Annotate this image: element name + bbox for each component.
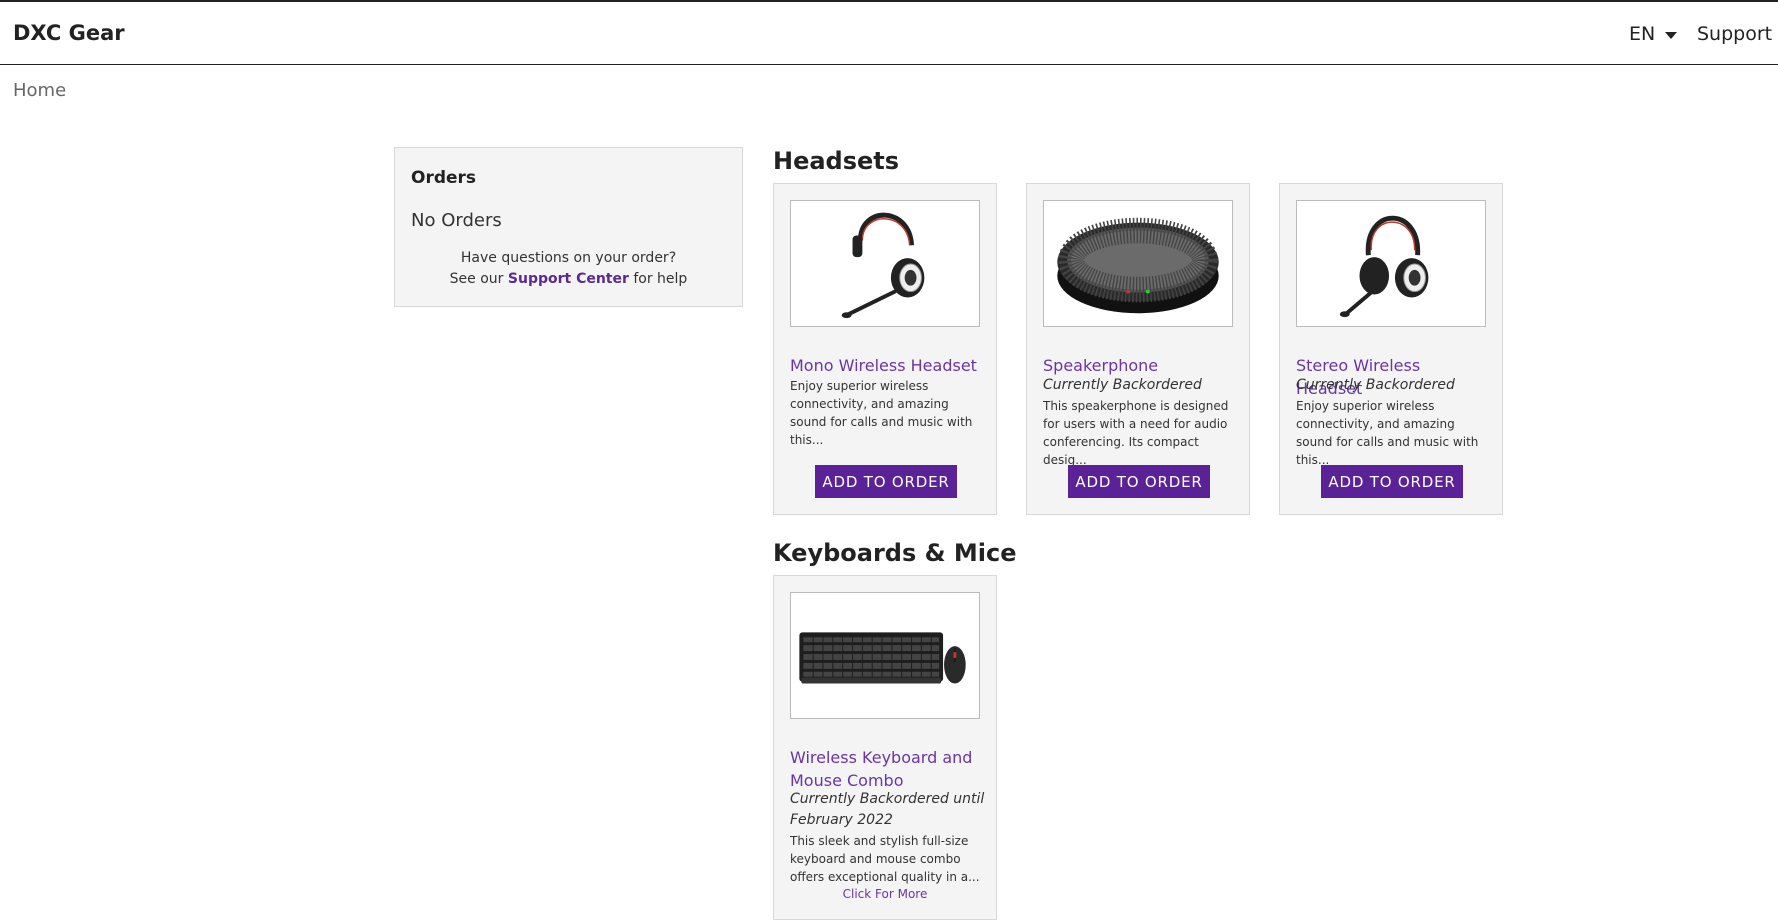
orders-help-line2: See our Support Center for help [395, 271, 742, 287]
help-suffix: for help [628, 271, 688, 287]
product-desc-mono-headset: Enjoy superior wireless connectivity, an… [790, 379, 973, 447]
product-name-mono-headset[interactable]: Mono Wireless Headset [790, 354, 985, 377]
product-image-speakerphone[interactable] [1043, 200, 1233, 327]
orders-panel: Orders No Orders Have questions on your … [394, 147, 743, 307]
product-image-mono-headset[interactable] [790, 200, 980, 327]
chevron-down-icon [1665, 31, 1678, 39]
product-status-stereo-headset: Currently Backordered [1296, 377, 1455, 393]
add-to-order-button-speakerphone[interactable]: ADD TO ORDER [1068, 465, 1210, 498]
add-to-order-button-stereo-headset[interactable]: ADD TO ORDER [1321, 465, 1463, 498]
product-name-speakerphone[interactable]: Speakerphone [1043, 354, 1238, 377]
orders-help-line1: Have questions on your order? [460, 250, 677, 266]
product-status-keyboard-mouse: Currently Backordered until February 202… [790, 791, 985, 828]
product-desc-speakerphone: This speakerphone is designed for users … [1043, 399, 1229, 467]
orders-title: Orders [411, 168, 477, 188]
stereo-headset-icon [1339, 215, 1429, 318]
language-label: EN [1629, 23, 1656, 45]
breadcrumb-home[interactable]: Home [13, 80, 66, 101]
product-status-speakerphone: Currently Backordered [1043, 377, 1202, 393]
product-card-mono-headset: Mono Wireless Headset Enjoy superior wir… [773, 183, 997, 515]
keyboard-mouse-icon [799, 632, 966, 684]
language-selector[interactable]: EN [1629, 23, 1678, 45]
mono-headset-icon [841, 212, 925, 319]
section-title-headsets: Headsets [773, 147, 900, 175]
brand-logo[interactable]: DXC Gear [13, 21, 125, 45]
orders-empty-text: No Orders [411, 210, 502, 231]
product-card-speakerphone: Speakerphone Currently Backordered This … [1026, 183, 1250, 515]
product-image-keyboard-mouse[interactable] [790, 592, 980, 719]
product-card-stereo-headset: Stereo Wireless Headset Currently Backor… [1279, 183, 1503, 515]
click-for-more-link[interactable]: Click For More [774, 887, 996, 901]
product-card-keyboard-mouse: Wireless Keyboard and Mouse Combo Curren… [773, 575, 997, 920]
support-link[interactable]: Support [1697, 23, 1772, 45]
support-center-link[interactable]: Support Center [508, 271, 629, 287]
top-header: DXC Gear EN Support [0, 0, 1778, 65]
add-to-order-button-mono-headset[interactable]: ADD TO ORDER [815, 465, 957, 498]
product-desc-keyboard-mouse: This sleek and stylish full-size keyboar… [790, 834, 980, 884]
help-prefix: See our [449, 271, 508, 287]
product-image-stereo-headset[interactable] [1296, 200, 1486, 327]
speakerphone-icon [1057, 217, 1219, 314]
product-desc-stereo-headset: Enjoy superior wireless connectivity, an… [1296, 399, 1479, 467]
product-name-keyboard-mouse[interactable]: Wireless Keyboard and Mouse Combo [790, 746, 985, 792]
section-title-keyboards-mice: Keyboards & Mice [773, 539, 1017, 567]
